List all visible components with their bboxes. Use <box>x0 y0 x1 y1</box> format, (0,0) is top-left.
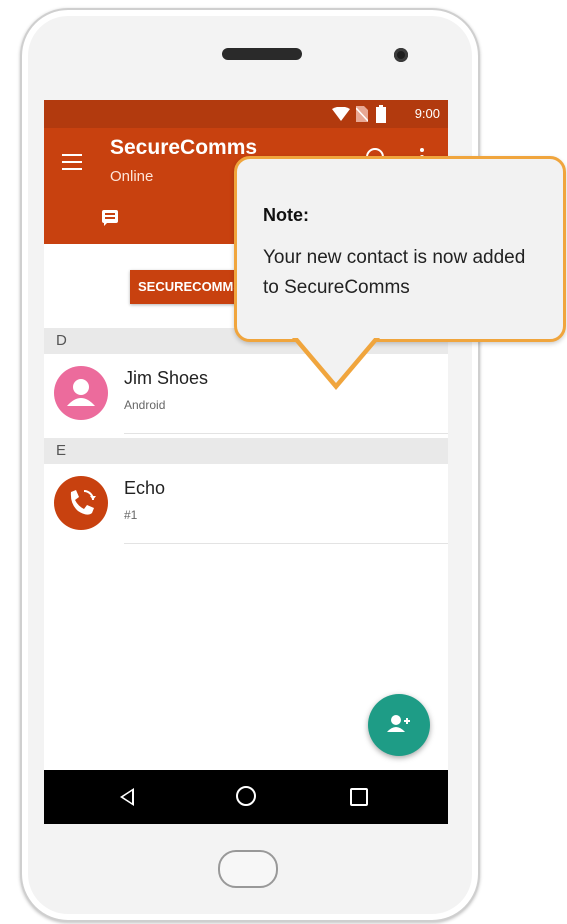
battery-icon <box>376 105 386 123</box>
contact-name: Echo <box>124 478 166 498</box>
back-icon[interactable] <box>120 788 134 806</box>
wifi-icon <box>332 107 350 121</box>
row-divider <box>124 543 448 544</box>
contact-row-echo[interactable]: Echo #1 <box>44 464 448 544</box>
front-camera <box>394 48 408 62</box>
app-title: SecureComms <box>110 136 258 159</box>
navigation-bar <box>44 770 448 824</box>
contact-name: Jim Shoes <box>124 368 209 388</box>
note-callout: Note: Your new contact is now added to S… <box>234 156 566 342</box>
status-time: 9:00 <box>414 106 440 121</box>
chat-icon[interactable] <box>102 210 118 226</box>
callout-pointer-fill <box>297 337 375 383</box>
callout-title: Note: <box>263 205 309 225</box>
home-icon[interactable] <box>236 786 256 806</box>
hardware-home-button[interactable] <box>218 850 278 888</box>
status-bar: 9:00 <box>44 100 448 128</box>
section-header-e: E <box>44 438 448 464</box>
callout-text: Your new contact is now added to SecureC… <box>263 247 526 298</box>
recent-apps-icon[interactable] <box>350 788 368 806</box>
no-sim-icon <box>356 106 368 122</box>
contact-row-jim-shoes[interactable]: Jim Shoes Android <box>44 354 448 434</box>
contact-detail: Android <box>124 398 166 412</box>
connection-status: Online <box>110 168 154 185</box>
row-divider <box>124 433 448 434</box>
menu-icon[interactable] <box>62 154 82 170</box>
phone-swap-icon <box>54 476 108 530</box>
person-icon <box>54 366 108 420</box>
add-contact-icon <box>387 715 410 732</box>
speaker-grille <box>222 48 302 60</box>
contact-detail: #1 <box>124 508 138 522</box>
add-contact-button[interactable] <box>368 694 430 756</box>
